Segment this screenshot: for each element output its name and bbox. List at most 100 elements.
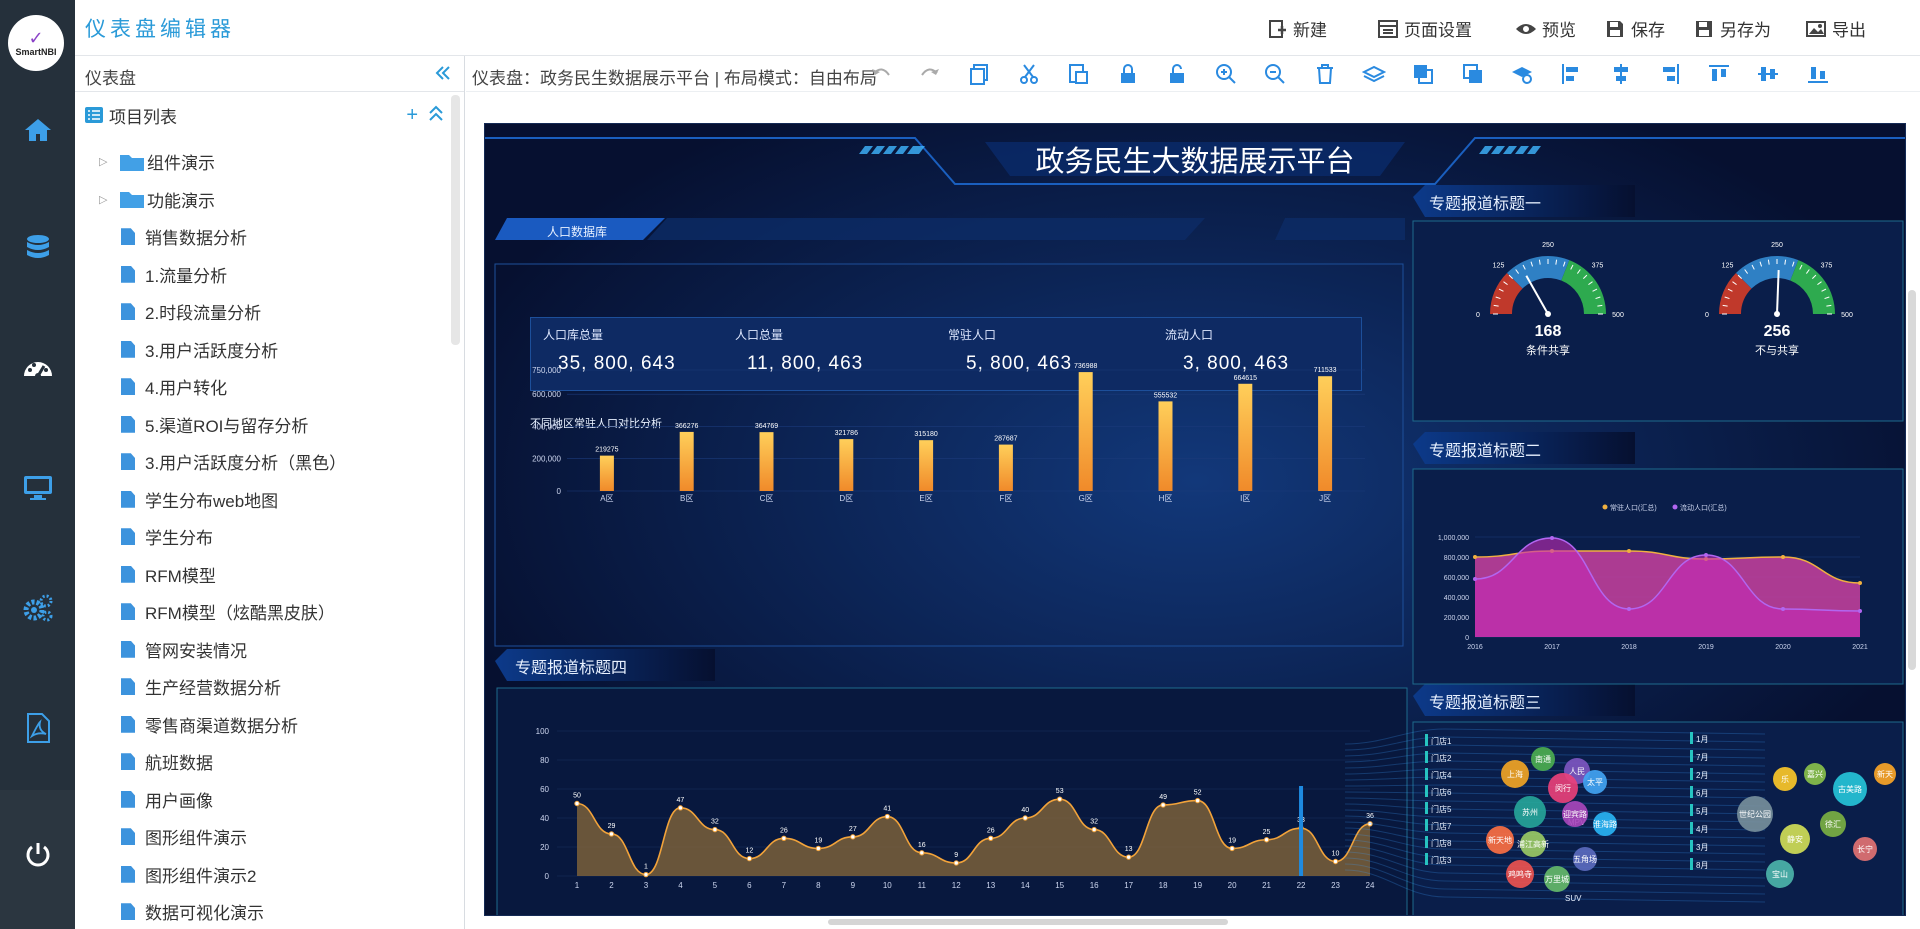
undo-icon[interactable]: [869, 62, 893, 86]
copy-icon[interactable]: [968, 62, 992, 86]
tree-item[interactable]: 生产经营数据分析: [75, 668, 445, 706]
line-point[interactable]: [608, 831, 615, 837]
tree-item[interactable]: 2.时段流量分析: [75, 293, 445, 331]
line-point[interactable]: [643, 871, 649, 878]
line-point[interactable]: [1194, 797, 1201, 804]
line-point[interactable]: [988, 835, 994, 841]
bar[interactable]: [1078, 372, 1093, 491]
line-point[interactable]: [953, 860, 959, 866]
bar[interactable]: [1158, 401, 1173, 491]
align-middle-icon[interactable]: [1756, 62, 1780, 86]
add-icon[interactable]: +: [406, 104, 418, 127]
layers-icon[interactable]: [1362, 62, 1386, 86]
tree-item[interactable]: RFM模型: [75, 556, 445, 594]
app-logo[interactable]: ✓ SmartNBI: [8, 15, 64, 71]
line-point[interactable]: [1091, 826, 1097, 833]
save-button[interactable]: 保存: [1604, 16, 1665, 41]
zoom-out-icon[interactable]: [1263, 62, 1287, 86]
line-point[interactable]: [781, 835, 787, 841]
line-point[interactable]: [815, 845, 822, 852]
export-button[interactable]: 导出: [1805, 16, 1866, 41]
tree-item[interactable]: 4.用户转化: [75, 368, 445, 406]
collapse-all-icon[interactable]: [428, 104, 444, 124]
line-point[interactable]: [1332, 858, 1339, 865]
redo-icon[interactable]: [918, 62, 942, 86]
cut-icon[interactable]: [1017, 62, 1041, 86]
range-handle[interactable]: [1299, 786, 1304, 876]
send-back-icon[interactable]: [1461, 62, 1485, 86]
tree-item[interactable]: 航班数据: [75, 743, 445, 781]
home-icon[interactable]: [0, 100, 75, 160]
bar[interactable]: [1318, 376, 1333, 491]
expand-caret-icon[interactable]: ▷: [99, 193, 109, 206]
line-point[interactable]: [712, 826, 718, 833]
bar[interactable]: [1238, 383, 1253, 491]
align-left-icon[interactable]: [1559, 62, 1583, 86]
legend-label: 常驻人口(汇总): [1610, 503, 1657, 512]
bar[interactable]: [759, 432, 774, 491]
tree-item[interactable]: 图形组件演示2: [75, 856, 445, 894]
line-point[interactable]: [1056, 796, 1063, 802]
dashboard-icon[interactable]: [0, 340, 75, 400]
monitor-icon[interactable]: [0, 457, 75, 517]
line-point[interactable]: [1229, 845, 1235, 852]
tree-item[interactable]: 用户画像: [75, 781, 445, 819]
tree-folder[interactable]: ▷ 组件演示: [75, 143, 445, 181]
gears-icon[interactable]: [0, 578, 75, 638]
lock-icon[interactable]: [1116, 62, 1140, 86]
tree-item[interactable]: 管网安装情况: [75, 631, 445, 669]
line-point[interactable]: [677, 805, 684, 811]
line-point[interactable]: [574, 800, 580, 807]
bar[interactable]: [998, 444, 1013, 491]
delete-icon[interactable]: [1313, 62, 1337, 86]
align-center-icon[interactable]: [1609, 62, 1633, 86]
line-point[interactable]: [919, 850, 925, 856]
tree-folder[interactable]: ▷ 功能演示: [75, 181, 445, 219]
collapse-panel-icon[interactable]: [434, 64, 452, 82]
pdf-icon[interactable]: [0, 698, 75, 758]
align-top-icon[interactable]: [1707, 62, 1731, 86]
bar[interactable]: [839, 439, 854, 491]
line-point[interactable]: [1263, 837, 1270, 843]
tree-item[interactable]: 3.用户活跃度分析（黑色）: [75, 443, 445, 481]
bar[interactable]: [679, 431, 694, 491]
tree-item[interactable]: RFM模型（炫酷黑皮肤）: [75, 593, 445, 631]
new-button[interactable]: 新建: [1266, 16, 1327, 41]
power-icon[interactable]: [0, 825, 75, 885]
unlock-icon[interactable]: [1165, 62, 1189, 86]
dashboard-canvas[interactable]: 政务民生大数据展示平台 人口数据库 专题报道标题一 专题报道标题二 专题报道标题…: [484, 123, 1906, 916]
paste-icon[interactable]: [1066, 62, 1090, 86]
page-settings-button[interactable]: 页面设置: [1377, 16, 1472, 41]
tree-item[interactable]: 零售商渠道数据分析: [75, 706, 445, 744]
canvas-hscrollbar[interactable]: [828, 919, 1228, 925]
align-bottom-icon[interactable]: [1806, 62, 1830, 86]
tree-item[interactable]: 销售数据分析: [75, 218, 445, 256]
line-point[interactable]: [1022, 815, 1028, 821]
tree-item[interactable]: 学生分布: [75, 518, 445, 556]
line-point[interactable]: [884, 813, 891, 820]
tree-item[interactable]: 图形组件演示: [75, 818, 445, 856]
tree-item[interactable]: 1.流量分析: [75, 256, 445, 294]
bar[interactable]: [919, 440, 934, 491]
bring-front-icon[interactable]: [1411, 62, 1435, 86]
expand-caret-icon[interactable]: ▷: [99, 155, 109, 168]
database-icon[interactable]: [0, 218, 75, 278]
layer-settings-icon[interactable]: [1510, 62, 1534, 86]
line-point[interactable]: [746, 855, 753, 862]
tree-item[interactable]: 学生分布web地图: [75, 481, 445, 519]
tree-item[interactable]: 3.用户活跃度分析: [75, 331, 445, 369]
line-point[interactable]: [1125, 854, 1132, 860]
line-point[interactable]: [850, 834, 856, 840]
panel-scrollbar[interactable]: [451, 95, 460, 345]
line-point[interactable]: [1160, 802, 1166, 808]
save-as-button[interactable]: 另存为: [1693, 16, 1771, 41]
zoom-in-icon[interactable]: [1214, 62, 1238, 86]
line-data-label: 27: [849, 826, 857, 833]
tree-item[interactable]: 数据可视化演示: [75, 893, 445, 929]
preview-button[interactable]: 预览: [1515, 16, 1576, 41]
bar[interactable]: [599, 455, 614, 491]
sankey-node: [1425, 751, 1428, 763]
tree-item[interactable]: 5.渠道ROI与留存分析: [75, 406, 445, 444]
align-right-icon[interactable]: [1658, 62, 1682, 86]
canvas-vscrollbar[interactable]: [1908, 290, 1916, 670]
